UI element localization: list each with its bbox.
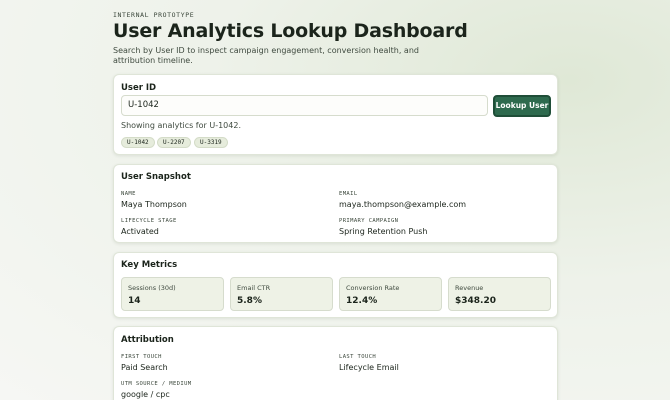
- metric-value: 12.4%: [346, 296, 378, 306]
- metric-value: 5.8%: [237, 296, 262, 306]
- page-subtitle: Search by User ID to inspect campaign en…: [113, 46, 419, 65]
- lifecycle-stage-value: Activated: [121, 227, 159, 236]
- email-value: maya.thompson@example.com: [339, 200, 467, 209]
- attribution-card: Attribution FIRST TOUCH Paid Search LAST…: [113, 326, 558, 400]
- user-chip-u-2207[interactable]: U-2207: [157, 137, 191, 148]
- primary-campaign-value: Spring Retention Push: [339, 227, 428, 236]
- user-snapshot-card: User Snapshot NAME Maya Thompson EMAIL m…: [113, 164, 558, 243]
- metric-label: Revenue: [455, 284, 484, 292]
- user-chip-u-1042[interactable]: U-1042: [121, 137, 155, 148]
- metric-value: $348.20: [455, 296, 496, 306]
- last-touch-label: LAST TOUCH: [339, 354, 377, 360]
- last-touch-value: Lifecycle Email: [339, 363, 399, 372]
- metric-label: Conversion Rate: [346, 284, 400, 292]
- first-touch-value: Paid Search: [121, 363, 168, 372]
- metric-conversion-rate: Conversion Rate 12.4%: [339, 277, 442, 311]
- utm-source-medium-label: UTM SOURCE / MEDIUM: [121, 381, 192, 387]
- utm-source-medium-value: google / cpc: [121, 390, 170, 399]
- metrics-title: Key Metrics: [121, 260, 178, 270]
- primary-campaign-label: PRIMARY CAMPAIGN: [339, 218, 399, 224]
- attribution-title: Attribution: [121, 335, 174, 345]
- lifecycle-stage-label: LIFECYCLE STAGE: [121, 218, 177, 224]
- metric-email-ctr: Email CTR 5.8%: [230, 277, 333, 311]
- metric-revenue: Revenue $348.20: [448, 277, 551, 311]
- page-title: User Analytics Lookup Dashboard: [113, 20, 468, 42]
- metric-sessions: Sessions (30d) 14: [121, 277, 224, 311]
- metric-label: Email CTR: [237, 284, 271, 292]
- lookup-user-button[interactable]: Lookup User: [493, 95, 551, 117]
- user-id-input[interactable]: U-1042: [121, 95, 488, 116]
- user-chip-u-3319[interactable]: U-3319: [194, 137, 228, 148]
- email-label: EMAIL: [339, 191, 358, 197]
- name-label: NAME: [121, 191, 136, 197]
- metric-value: 14: [128, 296, 141, 306]
- key-metrics-card: Key Metrics Sessions (30d) 14 Email CTR …: [113, 252, 558, 318]
- eyebrow-label: INTERNAL PROTOTYPE: [113, 11, 195, 19]
- name-value: Maya Thompson: [121, 200, 187, 209]
- lookup-status: Showing analytics for U-1042.: [121, 121, 241, 130]
- lookup-card: User ID U-1042 Lookup User Showing analy…: [113, 74, 558, 155]
- user-id-label: User ID: [121, 83, 157, 93]
- snapshot-title: User Snapshot: [121, 172, 191, 182]
- metric-label: Sessions (30d): [128, 284, 176, 292]
- first-touch-label: FIRST TOUCH: [121, 354, 162, 360]
